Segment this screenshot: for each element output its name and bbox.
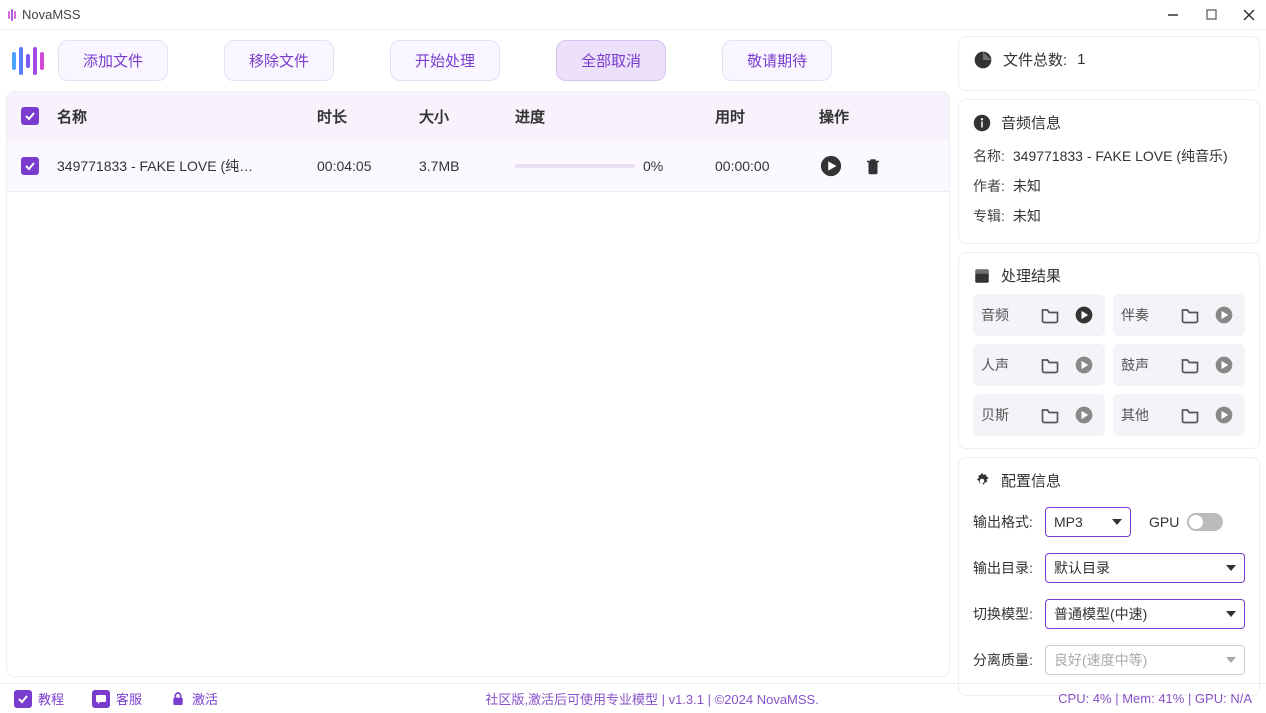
result-label: 其他 (1121, 405, 1149, 425)
col-duration: 时长 (317, 106, 419, 127)
chevron-down-icon (1112, 519, 1122, 525)
pie-icon (973, 50, 993, 70)
result-item-4: 贝斯 (973, 394, 1105, 436)
out-dir-select[interactable]: 默认目录 (1045, 553, 1245, 583)
audio-album: 未知 (1013, 206, 1041, 226)
progress-text: 0% (643, 158, 663, 174)
add-file-button[interactable]: 添加文件 (58, 40, 168, 81)
config-card: 配置信息 输出格式: MP3 GPU 输出目录: 默认目录 切换模型: 普通模型… (958, 457, 1260, 696)
folder-button[interactable] (1037, 352, 1063, 378)
coming-soon-button[interactable]: 敬请期待 (722, 40, 832, 81)
audio-name: 349771833 - FAKE LOVE (纯音乐) (1013, 146, 1228, 166)
audio-album-label: 专辑: (973, 206, 1005, 226)
audio-author-label: 作者: (973, 176, 1005, 196)
play-result-button[interactable] (1071, 352, 1097, 378)
col-size: 大小 (419, 106, 515, 127)
app-logo-icon (8, 9, 16, 21)
result-item-3: 鼓声 (1113, 344, 1245, 386)
toolbar: 添加文件 移除文件 开始处理 全部取消 敬请期待 (6, 36, 950, 85)
result-label: 音频 (981, 305, 1009, 325)
col-time: 用时 (715, 106, 819, 127)
select-all-checkbox[interactable] (21, 107, 39, 125)
play-result-button[interactable] (1211, 352, 1237, 378)
out-format-label: 输出格式: (973, 512, 1037, 532)
result-item-0: 音频 (973, 294, 1105, 336)
results-card: 处理结果 音频 伴奏人声 鼓声贝斯 其他 (958, 252, 1260, 449)
result-item-2: 人声 (973, 344, 1105, 386)
quality-label: 分离质量: (973, 650, 1037, 670)
results-icon (973, 267, 991, 285)
support-link[interactable]: 客服 (92, 689, 142, 708)
table-header: 名称 时长 大小 进度 用时 操作 (7, 92, 949, 140)
remove-file-button[interactable]: 移除文件 (224, 40, 334, 81)
chevron-down-icon (1226, 611, 1236, 617)
gpu-toggle[interactable] (1187, 513, 1223, 531)
result-item-1: 伴奏 (1113, 294, 1245, 336)
gear-icon (973, 472, 991, 490)
activate-link[interactable]: 激活 (170, 689, 218, 708)
folder-button[interactable] (1177, 302, 1203, 328)
row-name: 349771833 - FAKE LOVE (纯… (57, 156, 317, 176)
file-count-label: 文件总数: (1003, 49, 1067, 70)
play-button[interactable] (819, 154, 843, 178)
titlebar: NovaMSS (0, 0, 1266, 30)
close-button[interactable] (1240, 6, 1258, 24)
model-select[interactable]: 普通模型(中速) (1045, 599, 1245, 629)
audio-info-card: 音频信息 名称: 349771833 - FAKE LOVE (纯音乐) 作者: 未… (958, 99, 1260, 244)
cancel-all-button[interactable]: 全部取消 (556, 40, 666, 81)
row-checkbox[interactable] (21, 157, 39, 175)
footer-stats: CPU: 4% | Mem: 41% | GPU: N/A (1058, 691, 1252, 706)
result-label: 贝斯 (981, 405, 1009, 425)
file-count-value: 1 (1077, 51, 1085, 68)
folder-button[interactable] (1037, 402, 1063, 428)
maximize-button[interactable] (1202, 6, 1220, 24)
delete-button[interactable] (861, 154, 885, 178)
result-label: 伴奏 (1121, 305, 1149, 325)
footer-center-text: 社区版,激活后可使用专业模型 | v1.3.1 | ©2024 NovaMSS. (246, 689, 1058, 708)
progress-bar (515, 164, 635, 168)
chevron-down-icon (1226, 657, 1236, 663)
gpu-label: GPU (1149, 514, 1179, 530)
col-name: 名称 (57, 106, 317, 127)
row-size: 3.7MB (419, 158, 515, 174)
play-result-button[interactable] (1211, 302, 1237, 328)
out-format-select[interactable]: MP3 (1045, 507, 1131, 537)
row-duration: 00:04:05 (317, 158, 419, 174)
play-result-button[interactable] (1071, 302, 1097, 328)
audio-author: 未知 (1013, 176, 1041, 196)
file-count-card: 文件总数: 1 (958, 36, 1260, 91)
play-result-button[interactable] (1211, 402, 1237, 428)
model-label: 切换模型: (973, 604, 1037, 624)
col-progress: 进度 (515, 106, 715, 127)
result-label: 鼓声 (1121, 355, 1149, 375)
info-icon (973, 114, 991, 132)
col-op: 操作 (819, 106, 909, 127)
quality-select[interactable]: 良好(速度中等) (1045, 645, 1245, 675)
audio-name-label: 名称: (973, 146, 1005, 166)
table-row[interactable]: 349771833 - FAKE LOVE (纯… 00:04:05 3.7MB… (7, 140, 949, 192)
results-title: 处理结果 (1001, 265, 1061, 286)
tutorial-icon (14, 690, 32, 708)
audio-info-title: 音频信息 (1001, 112, 1061, 133)
tutorial-link[interactable]: 教程 (14, 689, 64, 708)
result-label: 人声 (981, 355, 1009, 375)
wave-icon (12, 47, 44, 75)
folder-button[interactable] (1037, 302, 1063, 328)
folder-button[interactable] (1177, 352, 1203, 378)
row-time: 00:00:00 (715, 158, 819, 174)
config-title: 配置信息 (1001, 470, 1061, 491)
chat-icon (92, 690, 110, 708)
start-process-button[interactable]: 开始处理 (390, 40, 500, 81)
chevron-down-icon (1226, 565, 1236, 571)
lock-icon (170, 691, 186, 707)
file-table: 名称 时长 大小 进度 用时 操作 349771833 - FAKE LOVE … (6, 91, 950, 677)
play-result-button[interactable] (1071, 402, 1097, 428)
result-item-5: 其他 (1113, 394, 1245, 436)
folder-button[interactable] (1177, 402, 1203, 428)
minimize-button[interactable] (1164, 6, 1182, 24)
out-dir-label: 输出目录: (973, 558, 1037, 578)
app-title: NovaMSS (22, 7, 81, 22)
